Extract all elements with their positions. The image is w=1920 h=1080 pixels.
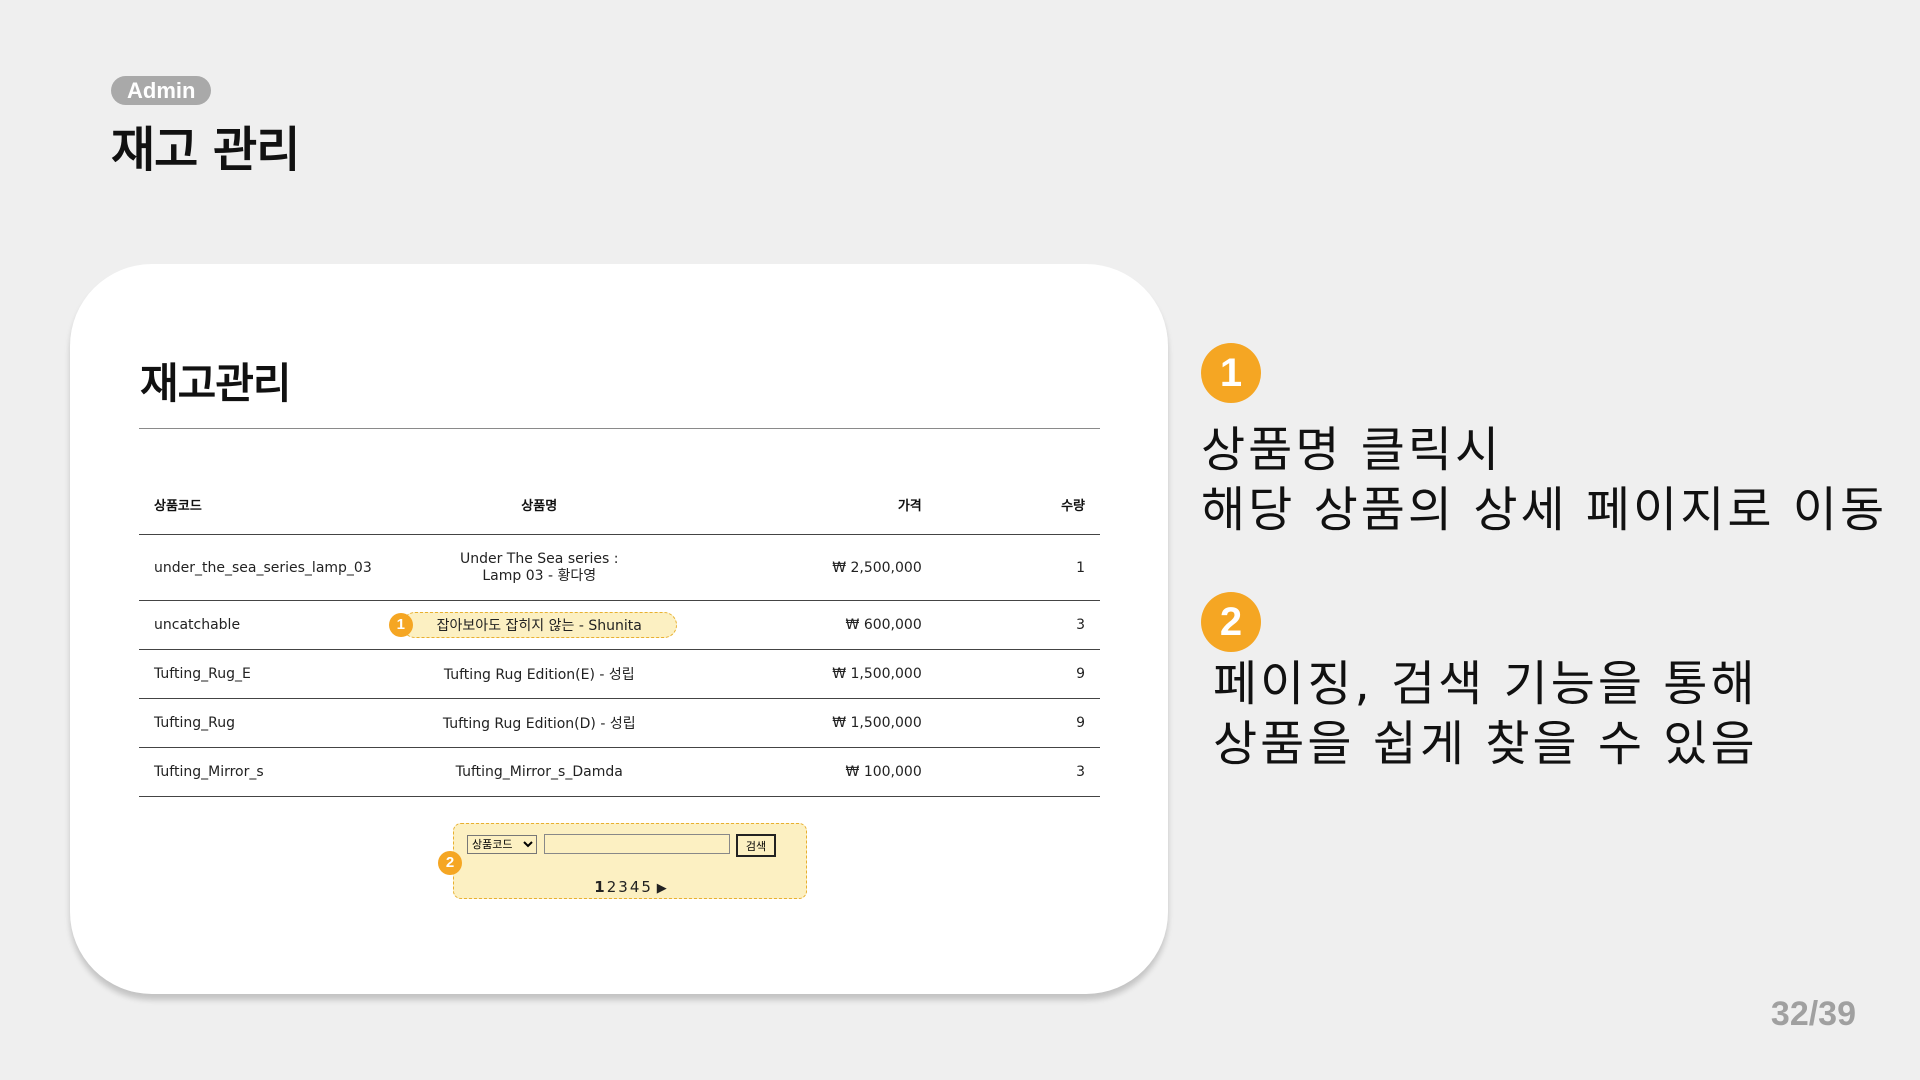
slide-title: 재고 관리 [111, 122, 300, 178]
cell-code: uncatchable [139, 600, 387, 650]
cell-qty: 9 [936, 698, 1100, 748]
feature-1-line-1: 상품명 클릭시 [1201, 422, 1503, 478]
page-link-2[interactable]: 2 [607, 878, 617, 896]
cell-price: ₩ 100,000 [691, 747, 937, 797]
next-page-icon[interactable]: ▶ [657, 881, 667, 896]
feature-1-line-2: 해당 상품의 상세 페이지로 이동 [1201, 482, 1888, 538]
cell-price: ₩ 600,000 [691, 600, 937, 650]
cell-price: ₩ 2,500,000 [691, 534, 937, 601]
product-name-link[interactable]: Tufting Rug Edition(D) - 성립 [443, 716, 636, 732]
cell-price: ₩ 1,500,000 [691, 698, 937, 748]
product-name-link[interactable]: Tufting Rug Edition(E) - 성립 [444, 667, 635, 683]
table-row: uncatchable 1 잡아보아도 잡히지 않는 - Shunita ₩ 6… [139, 600, 1100, 650]
product-name-link[interactable]: Tufting_Mirror_s_Damda [456, 764, 623, 780]
column-header-qty: 수량 [936, 474, 1100, 535]
feature-marker-1: 1 [1201, 343, 1261, 403]
cell-qty: 3 [936, 747, 1100, 797]
cell-code: Tufting_Mirror_s [139, 747, 387, 797]
cell-qty: 9 [936, 649, 1100, 699]
search-button[interactable]: 검색 [736, 834, 776, 857]
search-pagination-panel: 2 상품코드 검색 12345 ▶ [438, 823, 807, 899]
column-header-name: 상품명 [386, 474, 692, 535]
table-row: Tufting_Rug_E Tufting Rug Edition(E) - 성… [139, 649, 1100, 699]
column-header-price: 가격 [691, 474, 937, 535]
page-title: 재고관리 [140, 359, 292, 408]
table-row: Tufting_Mirror_s Tufting_Mirror_s_Damda … [139, 747, 1100, 797]
cell-code: under_the_sea_series_lamp_03 [139, 534, 387, 601]
product-name-text: 잡아보아도 잡히지 않는 - Shunita [436, 618, 642, 634]
table-row: Tufting_Rug Tufting Rug Edition(D) - 성립 … [139, 698, 1100, 748]
table-header-row: 상품코드 상품명 가격 수량 [139, 474, 1100, 535]
table-row: under_the_sea_series_lamp_03 Under The S… [139, 534, 1100, 601]
product-name-link-highlighted[interactable]: 1 잡아보아도 잡히지 않는 - Shunita [388, 612, 677, 638]
cell-qty: 3 [936, 600, 1100, 650]
cell-qty: 1 [936, 534, 1100, 601]
inventory-table: 상품코드 상품명 가격 수량 under_the_sea_series_lamp… [139, 474, 1100, 797]
search-input[interactable] [544, 834, 730, 854]
page-link-4[interactable]: 4 [630, 878, 640, 896]
callout-marker-2: 2 [438, 851, 462, 875]
cell-code: Tufting_Rug_E [139, 649, 387, 699]
title-divider [139, 428, 1100, 429]
feature-2-line-1: 페이징, 검색 기능을 통해 [1213, 656, 1758, 712]
search-field-select[interactable]: 상품코드 [467, 835, 537, 854]
callout-marker-1: 1 [388, 613, 413, 637]
page-counter: 32/39 [1770, 995, 1856, 1033]
feature-2-line-2: 상품을 쉽게 찾을 수 있음 [1213, 716, 1758, 772]
cell-name: Tufting Rug Edition(D) - 성립 [386, 698, 692, 748]
cell-code: Tufting_Rug [139, 698, 387, 748]
page-link-1[interactable]: 1 [594, 878, 604, 896]
column-header-code: 상품코드 [139, 474, 387, 535]
pagination: 12345 ▶ [454, 878, 806, 896]
screenshot-card: 재고관리 상품코드 상품명 가격 수량 under_the_sea_series… [70, 264, 1168, 994]
cell-name: Under The Sea series : Lamp 03 - 황다영 [386, 534, 692, 601]
page-link-5[interactable]: 5 [641, 878, 651, 896]
cell-name: Tufting Rug Edition(E) - 성립 [386, 649, 692, 699]
cell-name: 1 잡아보아도 잡히지 않는 - Shunita [386, 600, 692, 650]
product-name-link[interactable]: Under The Sea series : Lamp 03 - 황다영 [442, 551, 637, 585]
feature-marker-2: 2 [1201, 592, 1261, 652]
page-link-3[interactable]: 3 [618, 878, 628, 896]
cell-name: Tufting_Mirror_s_Damda [386, 747, 692, 797]
admin-badge: Admin [111, 76, 212, 105]
cell-price: ₩ 1,500,000 [691, 649, 937, 699]
